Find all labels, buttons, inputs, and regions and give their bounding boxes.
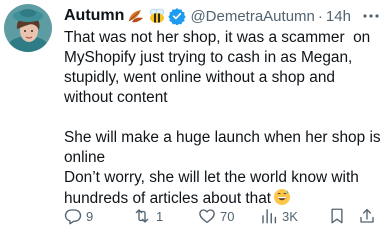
heart-icon xyxy=(199,209,215,224)
like-count: 70 xyxy=(220,208,235,224)
bee-emoji xyxy=(148,8,166,24)
tweet-text: That was not her shop, it was a scammer … xyxy=(64,28,384,212)
repost-button[interactable]: 1 xyxy=(132,206,163,226)
bookmark-button[interactable] xyxy=(328,206,346,226)
tweet-content: Autumn @DemetraAutumn · 14h That was not… xyxy=(64,4,382,212)
leaves-emoji xyxy=(127,8,145,24)
avatar-image xyxy=(4,4,52,52)
views-chart-icon xyxy=(262,209,277,224)
author-handle[interactable]: @DemetraAutumn xyxy=(190,8,314,25)
views-count: 3K xyxy=(282,208,298,224)
tweet-paragraph-2: She will make a huge launch when her sho… xyxy=(64,129,385,166)
repost-icon xyxy=(135,209,149,223)
reply-count: 9 xyxy=(86,208,94,224)
more-options-icon[interactable] xyxy=(362,4,380,28)
separator-dot: · xyxy=(317,7,323,25)
share-button[interactable] xyxy=(358,206,376,226)
views-button[interactable]: 3K xyxy=(260,206,298,226)
author-name[interactable]: Autumn xyxy=(64,7,124,25)
repost-count: 1 xyxy=(156,208,164,224)
tweet-actions: 9 1 70 3K xyxy=(60,206,382,226)
tweet-paragraph-3-text: Don’t worry, she will let the world know… xyxy=(64,169,364,207)
reply-icon xyxy=(64,209,82,225)
bookmark-icon xyxy=(331,208,343,224)
tweet[interactable]: Autumn @DemetraAutumn · 14h That was not… xyxy=(0,0,388,240)
tweet-paragraph-1: That was not her shop, it was a scammer … xyxy=(64,29,375,106)
avatar[interactable] xyxy=(4,4,52,52)
verified-badge-icon xyxy=(168,7,187,25)
like-button[interactable]: 70 xyxy=(198,206,234,226)
tweet-header: Autumn @DemetraAutumn · 14h xyxy=(64,4,382,28)
share-icon xyxy=(360,208,374,223)
timestamp[interactable]: 14h xyxy=(326,8,351,25)
reply-button[interactable]: 9 xyxy=(64,206,93,226)
